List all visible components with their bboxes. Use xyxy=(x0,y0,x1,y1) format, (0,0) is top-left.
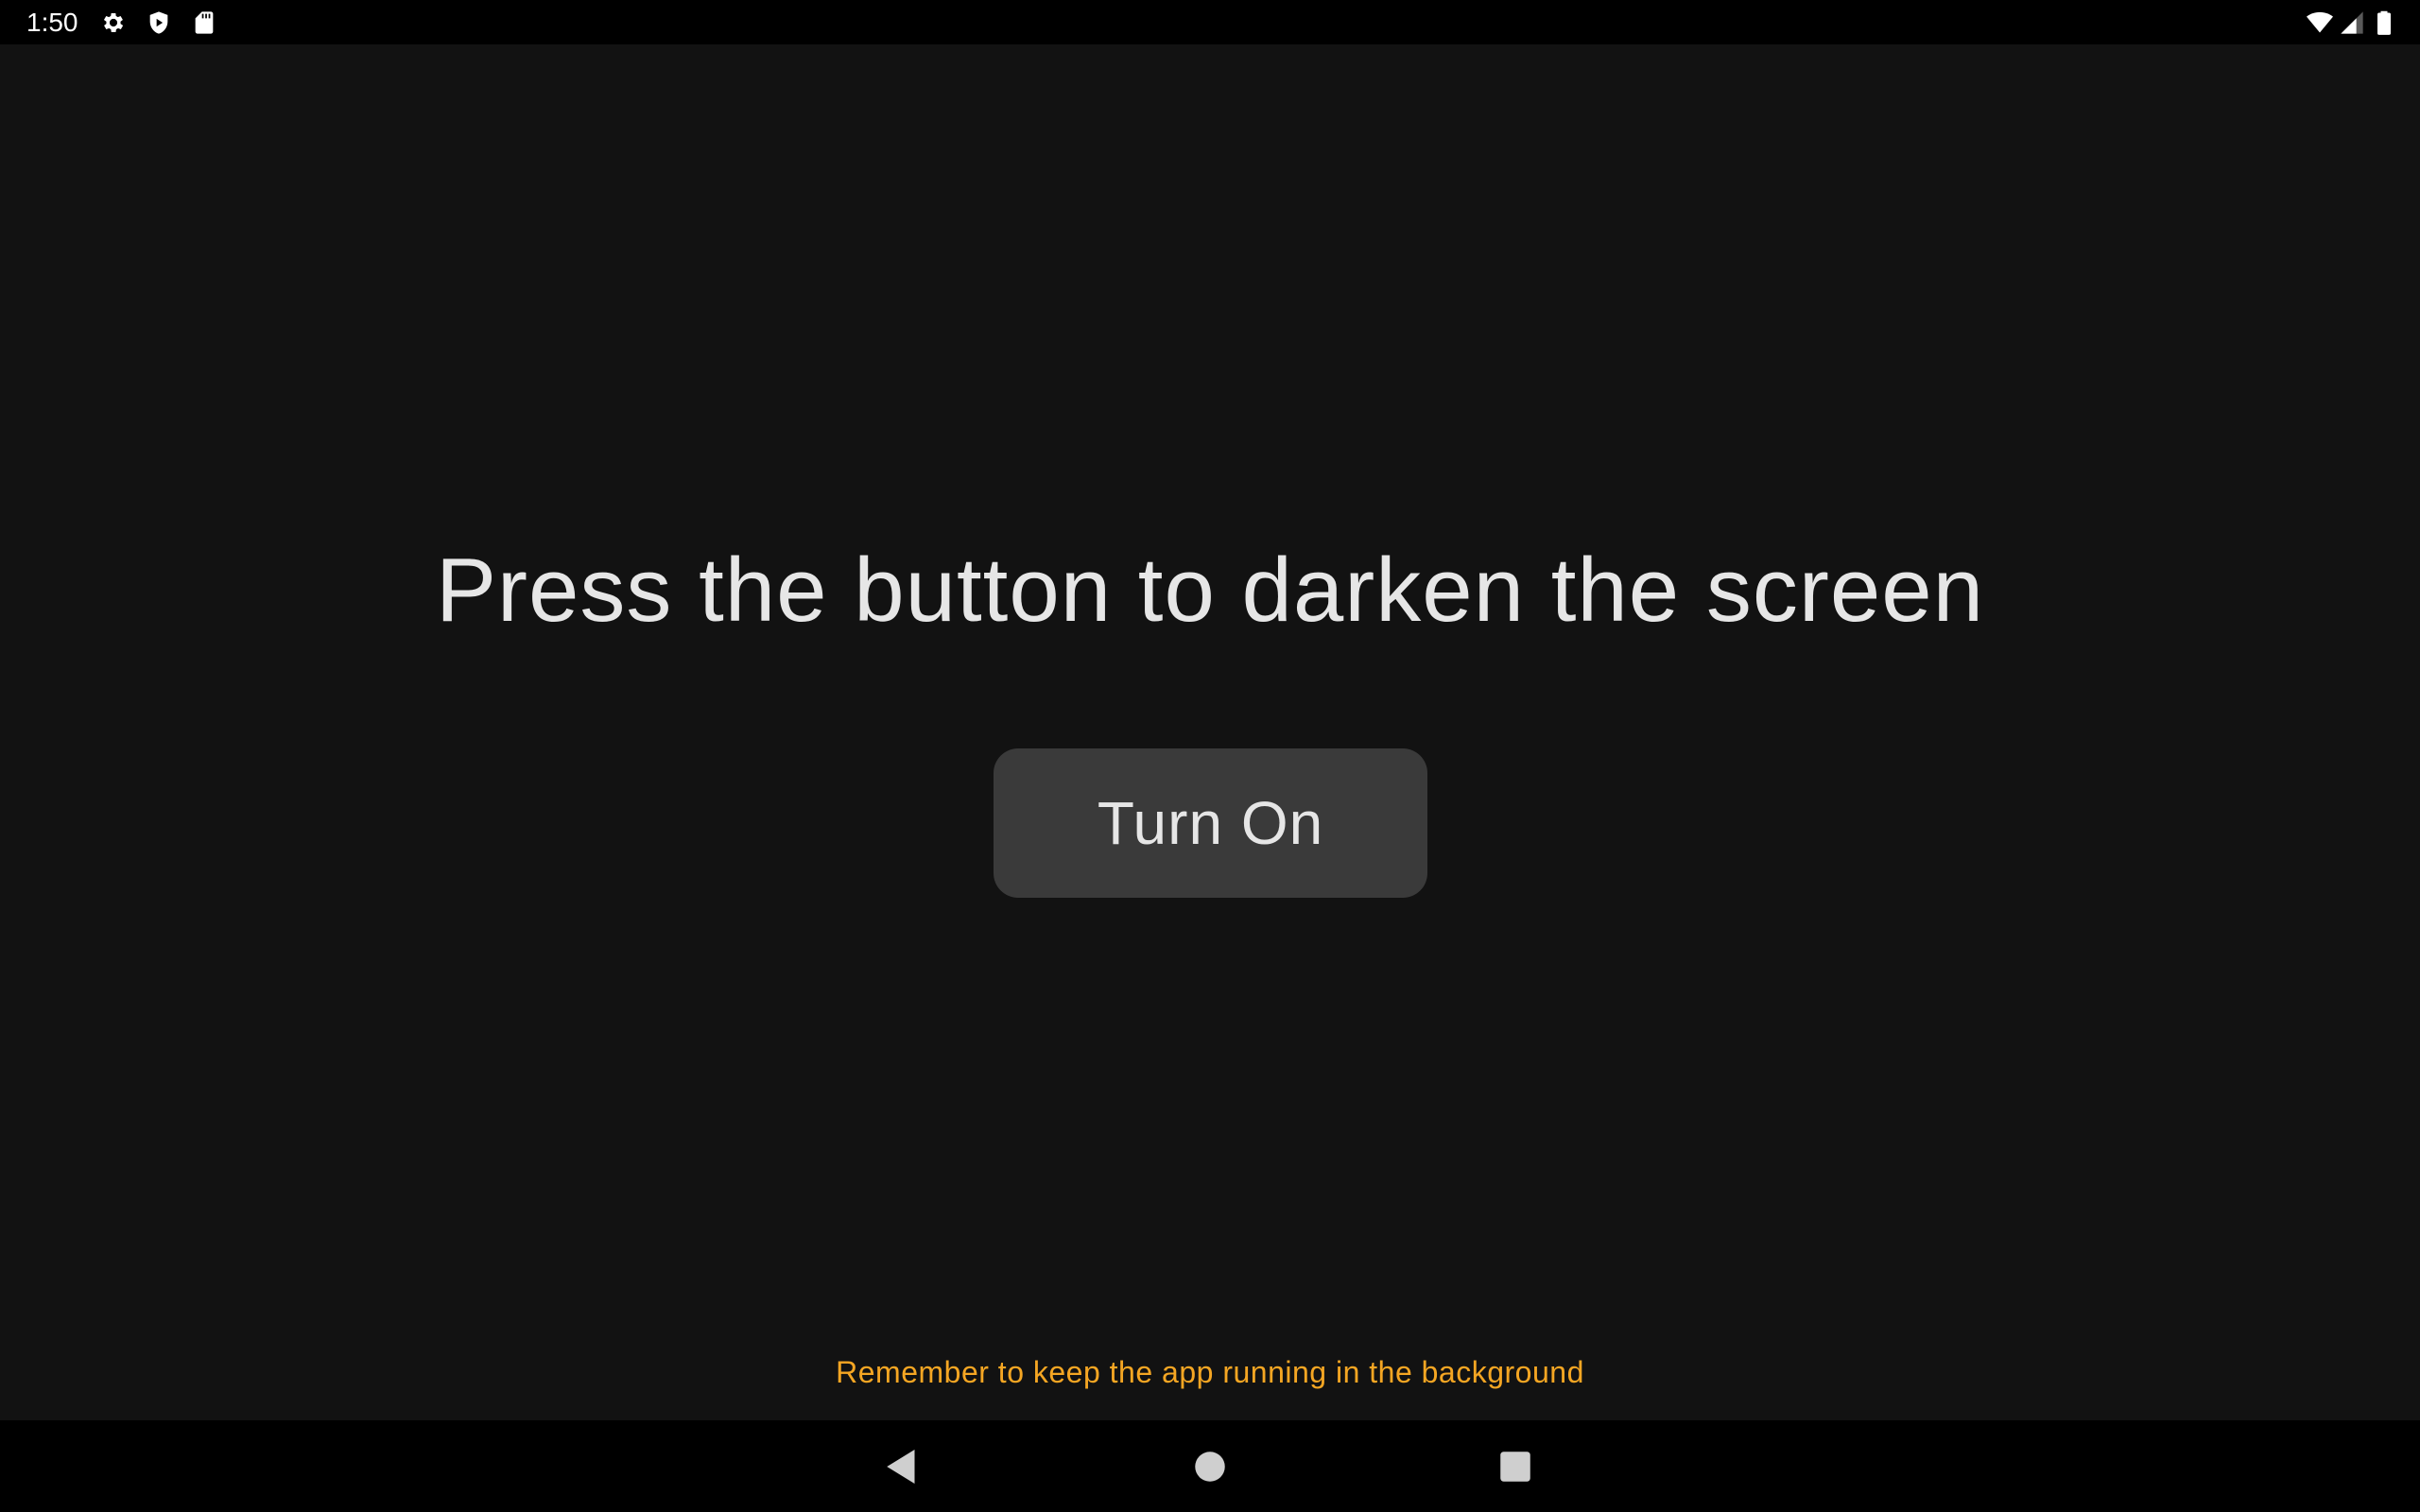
gear-icon xyxy=(100,9,127,36)
cell-signal-icon xyxy=(2339,9,2365,36)
battery-icon xyxy=(2371,9,2397,36)
status-time: 1:50 xyxy=(26,8,78,37)
home-icon[interactable] xyxy=(1184,1441,1236,1492)
page-title: Press the button to darken the screen xyxy=(436,540,1984,641)
shield-play-icon xyxy=(146,9,172,36)
background-reminder-text: Remember to keep the app running in the … xyxy=(836,1355,1584,1389)
back-icon[interactable] xyxy=(876,1441,927,1492)
sd-card-icon xyxy=(191,9,217,36)
recents-icon[interactable] xyxy=(1490,1441,1541,1492)
turn-on-button[interactable]: Turn On xyxy=(994,748,1427,898)
status-bar: 1:50 xyxy=(0,0,2420,44)
screen: 1:50 Press the button to darken the scre… xyxy=(0,0,2420,1512)
wifi-icon xyxy=(2307,9,2333,36)
navigation-bar xyxy=(0,1420,2420,1512)
